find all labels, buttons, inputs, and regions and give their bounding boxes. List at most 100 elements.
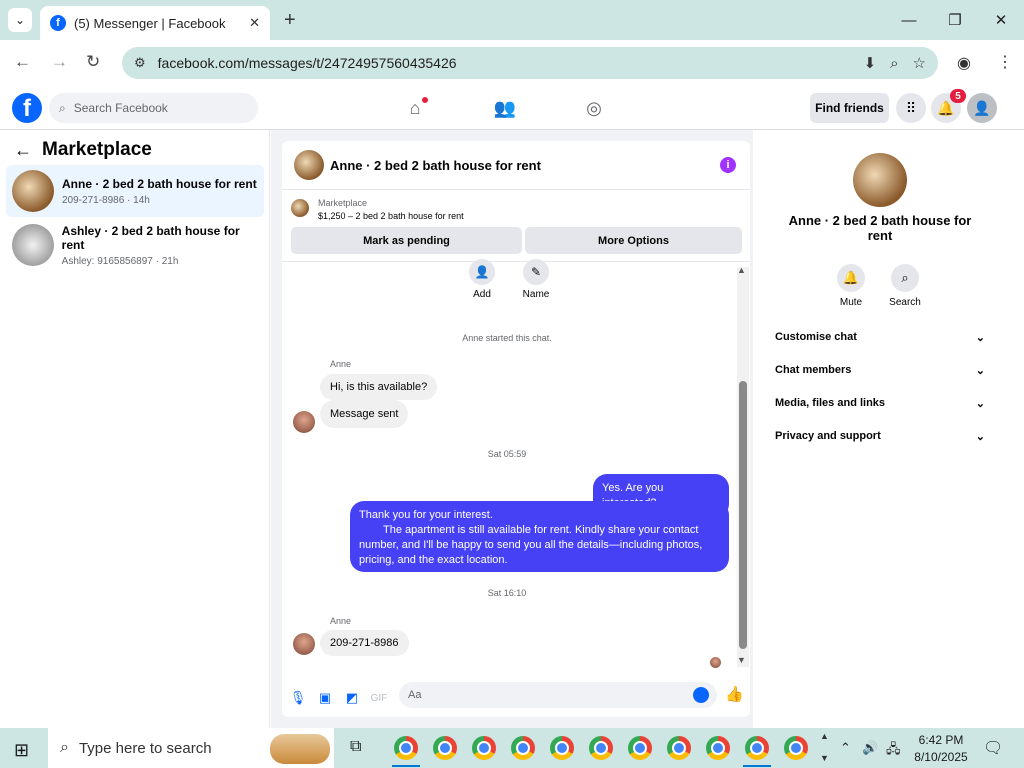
sticker-icon[interactable]: ◩ bbox=[341, 690, 363, 706]
scroll-up-arrow-icon[interactable]: ▲ bbox=[737, 265, 746, 275]
conversation-title: Anne · 2 bed 2 bath house for rent bbox=[62, 176, 257, 191]
chrome-taskbar-icon[interactable] bbox=[589, 736, 613, 760]
conversation-item[interactable]: Ashley · 2 bed 2 bath house for rent Ash… bbox=[6, 219, 264, 271]
profile-icon[interactable]: ◉ bbox=[957, 53, 971, 73]
clock-time: 6:42 PM bbox=[918, 733, 964, 747]
browser-tab[interactable]: f (5) Messenger | Facebook ✕ bbox=[40, 6, 270, 40]
new-tab-button[interactable]: + bbox=[284, 9, 296, 32]
notification-badge: 5 bbox=[950, 89, 966, 103]
chat-header: Anne · 2 bed 2 bath house for rent bbox=[282, 141, 750, 190]
chrome-taskbar-icon[interactable] bbox=[628, 736, 652, 760]
mute-label: Mute bbox=[839, 297, 863, 308]
info-icon[interactable]: i bbox=[720, 157, 736, 173]
scroll-down-arrow-icon[interactable]: ▼ bbox=[737, 655, 746, 665]
groups-icon[interactable]: ◎ bbox=[581, 96, 607, 120]
maximize-icon[interactable]: ❐ bbox=[940, 8, 970, 32]
reload-icon[interactable]: ↻ bbox=[86, 52, 100, 72]
chrome-taskbar-icon[interactable] bbox=[550, 736, 574, 760]
find-friends-button[interactable]: Find friends bbox=[810, 93, 889, 123]
friends-icon[interactable]: 👥 bbox=[492, 96, 518, 120]
taskbar-clock[interactable]: 6:42 PM 8/10/2025 bbox=[906, 732, 976, 766]
facebook-logo-icon[interactable]: f bbox=[12, 93, 42, 123]
chat-members-section[interactable]: Chat members ⌄ bbox=[775, 364, 985, 377]
conversation-subtitle: Ashley: 9165856897 · 21h bbox=[61, 255, 179, 267]
add-people-button[interactable]: 👤 Add bbox=[452, 259, 512, 300]
install-app-icon[interactable]: ⬇ bbox=[864, 54, 877, 72]
section-label: Customise chat bbox=[775, 331, 857, 343]
chat-title[interactable]: Anne · 2 bed 2 bath house for rent bbox=[330, 158, 541, 173]
search-chat-button[interactable]: ⌕ Search bbox=[881, 264, 929, 308]
media-files-links-section[interactable]: Media, files and links ⌄ bbox=[775, 397, 985, 410]
facebook-favicon-icon: f bbox=[50, 15, 66, 31]
outgoing-message[interactable]: Thank you for your interest. The apartme… bbox=[350, 501, 729, 572]
sender-avatar[interactable] bbox=[293, 633, 315, 655]
taskbar-search-input[interactable]: ⌕ Type here to search bbox=[48, 728, 334, 768]
chrome-taskbar-icon[interactable] bbox=[784, 736, 808, 760]
pencil-icon: ✎ bbox=[523, 259, 549, 285]
close-tab-icon[interactable]: ✕ bbox=[249, 15, 260, 31]
search-input[interactable]: ⌕ Search Facebook bbox=[49, 93, 258, 123]
listing-thumb[interactable] bbox=[291, 199, 309, 217]
menu-icon[interactable]: ⋮ bbox=[997, 52, 1013, 72]
chrome-taskbar-icon[interactable] bbox=[511, 736, 535, 760]
more-options-button[interactable]: More Options bbox=[525, 227, 742, 254]
message-input[interactable]: Aa bbox=[399, 682, 717, 708]
back-arrow-icon[interactable]: ← bbox=[14, 140, 32, 161]
gif-icon[interactable]: GIF bbox=[368, 693, 390, 704]
volume-icon[interactable]: 🔊 bbox=[862, 740, 878, 756]
chrome-taskbar-icon[interactable] bbox=[667, 736, 691, 760]
sender-avatar[interactable] bbox=[293, 411, 315, 433]
chat-scrollbar-thumb[interactable] bbox=[739, 381, 747, 649]
customise-chat-section[interactable]: Customise chat ⌄ bbox=[775, 331, 985, 344]
lion-search-highlight-icon bbox=[270, 734, 330, 764]
incoming-message[interactable]: Hi, is this available? bbox=[320, 374, 438, 400]
name-chat-button[interactable]: ✎ Name bbox=[506, 259, 566, 300]
site-info-icon[interactable]: ⚙ bbox=[134, 55, 146, 71]
active-app-indicator bbox=[743, 765, 771, 767]
incoming-message[interactable]: 209-271-8986 bbox=[320, 630, 409, 656]
sender-name: Anne bbox=[330, 359, 352, 369]
add-person-icon: 👤 bbox=[469, 259, 495, 285]
taskbar-scroll-up-icon[interactable]: ▲ bbox=[820, 731, 829, 741]
listing-price[interactable]: $1,250 – 2 bed 2 bath house for rent bbox=[318, 211, 464, 221]
chrome-taskbar-icon[interactable] bbox=[472, 736, 496, 760]
chrome-taskbar-icon[interactable] bbox=[745, 736, 769, 760]
chrome-taskbar-icon[interactable] bbox=[433, 736, 457, 760]
network-icon[interactable]: 🖧 bbox=[886, 740, 901, 762]
account-avatar[interactable]: 👤 bbox=[967, 93, 997, 123]
menu-grid-icon[interactable]: ⠿ bbox=[896, 93, 926, 123]
show-hidden-icons-icon[interactable]: ⌃ bbox=[840, 740, 851, 756]
microphone-icon[interactable]: 🎙 bbox=[287, 690, 309, 706]
notification-center-icon[interactable]: 🗨 bbox=[983, 738, 1003, 758]
tab-search-icon[interactable]: ⌄ bbox=[8, 8, 32, 32]
mark-pending-button[interactable]: Mark as pending bbox=[291, 227, 522, 254]
minimize-icon[interactable]: — bbox=[894, 8, 924, 32]
chat-info-panel: Anne · 2 bed 2 bath house for rent 🔔 Mut… bbox=[763, 141, 997, 716]
chat-info-avatar[interactable] bbox=[853, 153, 907, 207]
taskbar-scroll-down-icon[interactable]: ▼ bbox=[820, 753, 829, 763]
incoming-message[interactable]: Message sent bbox=[320, 400, 409, 428]
back-icon[interactable]: ← bbox=[14, 52, 31, 72]
thumbs-up-icon[interactable]: 👍 bbox=[725, 685, 744, 703]
windows-start-icon[interactable]: ⊞ bbox=[14, 740, 29, 761]
section-label: Privacy and support bbox=[775, 430, 881, 442]
chat-window: Anne · 2 bed 2 bath house for rent i Mar… bbox=[282, 141, 750, 717]
marketplace-label: Marketplace bbox=[318, 198, 368, 208]
emoji-icon[interactable] bbox=[693, 687, 709, 703]
address-bar[interactable]: ⚙ facebook.com/messages/t/24724957560435… bbox=[122, 47, 938, 79]
forward-icon[interactable]: → bbox=[51, 52, 68, 72]
bookmark-star-icon[interactable]: ☆ bbox=[913, 54, 926, 72]
photo-icon[interactable]: ▣ bbox=[314, 690, 336, 706]
chat-avatar[interactable] bbox=[294, 150, 324, 180]
chrome-taskbar-icon[interactable] bbox=[394, 736, 418, 760]
conversation-item[interactable]: Anne · 2 bed 2 bath house for rent 209-2… bbox=[6, 165, 264, 217]
chrome-taskbar-icon[interactable] bbox=[706, 736, 730, 760]
taskbar-search-placeholder: Type here to search bbox=[78, 739, 212, 757]
url-text[interactable]: facebook.com/messages/t/2472495756043542… bbox=[158, 55, 850, 71]
privacy-support-section[interactable]: Privacy and support ⌄ bbox=[775, 430, 985, 443]
task-view-icon[interactable]: ⧉ bbox=[350, 738, 361, 756]
mute-button[interactable]: 🔔 Mute bbox=[827, 264, 875, 308]
search-icon: ⌕ bbox=[891, 264, 919, 292]
close-window-icon[interactable]: ✕ bbox=[986, 8, 1016, 32]
zoom-icon[interactable]: ⌕ bbox=[890, 55, 898, 72]
